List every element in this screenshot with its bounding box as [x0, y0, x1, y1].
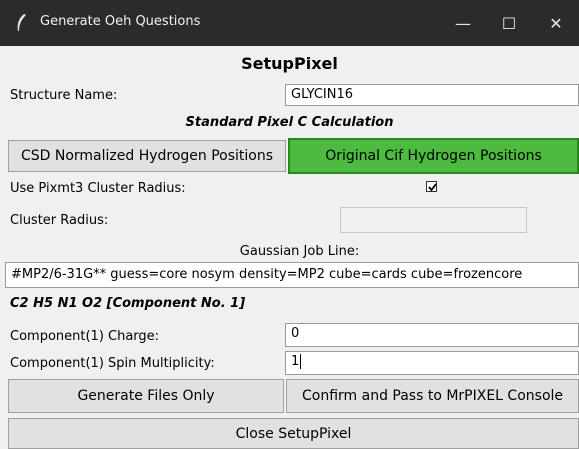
- component-charge-input[interactable]: 0: [285, 323, 579, 347]
- feather-icon: [14, 13, 28, 33]
- generate-files-button[interactable]: Generate Files Only: [8, 379, 284, 413]
- checkmark-icon: [428, 183, 437, 192]
- structure-name-label: Structure Name:: [10, 88, 118, 103]
- title-bar: Generate Oeh Questions — ☐ ✕: [0, 0, 579, 46]
- gaussian-job-line-input[interactable]: #MP2/6-31G** guess=core nosym density=MP…: [5, 262, 579, 288]
- gaussian-job-line-label: Gaussian Job Line:: [239, 244, 360, 259]
- calculation-title: Standard Pixel C Calculation: [185, 115, 394, 130]
- maximize-button[interactable]: ☐: [486, 0, 532, 46]
- use-cluster-radius-label: Use Pixmt3 Cluster Radius:: [10, 181, 186, 196]
- text-cursor: [300, 354, 302, 369]
- close-icon: ✕: [549, 13, 563, 33]
- component-title: C2 H5 N1 O2 [Component No. 1]: [10, 296, 246, 311]
- minimize-button[interactable]: —: [440, 0, 486, 46]
- spin-value: 1: [291, 354, 300, 369]
- window-title: Generate Oeh Questions: [40, 14, 201, 29]
- close-window-button[interactable]: ✕: [533, 0, 579, 46]
- component-charge-label: Component(1) Charge:: [10, 329, 160, 344]
- structure-name-input[interactable]: GLYCIN16: [285, 84, 579, 106]
- csd-normalized-hydrogen-button[interactable]: CSD Normalized Hydrogen Positions: [8, 140, 286, 172]
- minimize-icon: —: [455, 13, 471, 33]
- confirm-and-pass-button[interactable]: Confirm and Pass to MrPIXEL Console: [286, 379, 579, 413]
- close-setuppixel-button[interactable]: Close SetupPixel: [8, 418, 579, 449]
- page-title: SetupPixel: [241, 54, 338, 73]
- use-cluster-radius-checkbox[interactable]: [426, 181, 437, 192]
- component-spin-label: Component(1) Spin Multiplicity:: [10, 356, 215, 371]
- original-cif-hydrogen-button[interactable]: Original Cif Hydrogen Positions: [288, 138, 579, 174]
- component-spin-input[interactable]: 1: [285, 351, 579, 375]
- cluster-radius-input[interactable]: [340, 207, 527, 233]
- maximize-icon: ☐: [501, 13, 517, 33]
- cluster-radius-label: Cluster Radius:: [10, 213, 109, 228]
